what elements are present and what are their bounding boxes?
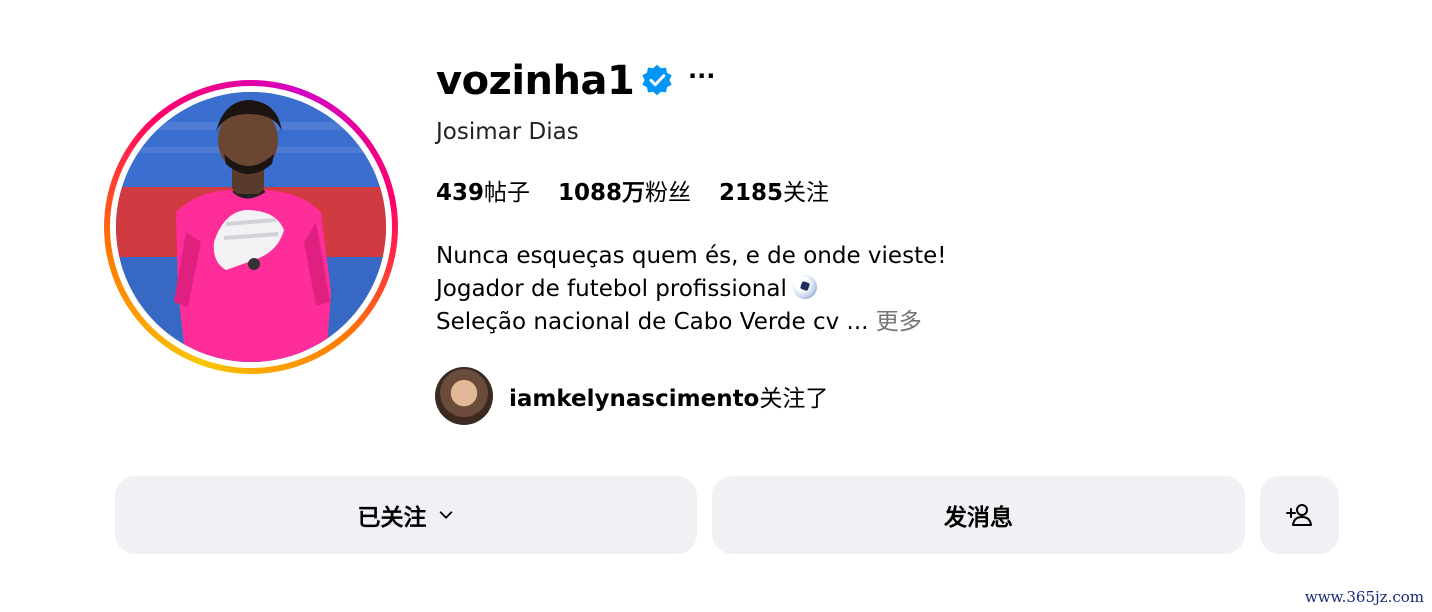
message-button[interactable]: 发消息 bbox=[712, 476, 1245, 554]
profile-username: vozinha1 bbox=[436, 58, 635, 104]
profile-bio: Nunca esqueças quem és, e de onde vieste… bbox=[436, 240, 946, 339]
chevron-down-icon bbox=[439, 511, 452, 519]
profile-full-name: Josimar Dias bbox=[436, 119, 579, 145]
following-button[interactable]: 已关注 bbox=[115, 476, 697, 554]
followed-by-suffix: 关注了 bbox=[759, 386, 829, 412]
profile-avatar-ring[interactable] bbox=[104, 80, 398, 374]
follower-avatar[interactable] bbox=[435, 367, 493, 425]
bio-line-3: Seleção nacional de Cabo Verde cv ... 更多 bbox=[436, 306, 946, 339]
posts-count: 439 bbox=[436, 180, 485, 206]
posts-label: 帖子 bbox=[484, 180, 531, 206]
followed-by-text: iamkelynascimento关注了 bbox=[509, 379, 828, 413]
following-button-label: 已关注 bbox=[357, 505, 427, 531]
bio-line-3-text: Seleção nacional de Cabo Verde cv ... bbox=[436, 309, 869, 335]
profile-stats: 439帖子 1088万粉丝 2185关注 bbox=[436, 173, 829, 207]
followers-label: 粉丝 bbox=[645, 180, 692, 206]
add-user-button[interactable] bbox=[1260, 476, 1339, 554]
avatar-gap bbox=[110, 86, 392, 368]
posts-stat[interactable]: 439帖子 bbox=[436, 173, 530, 207]
followed-by[interactable]: iamkelynascimento关注了 bbox=[435, 367, 828, 425]
soccer-ball-icon bbox=[792, 275, 817, 299]
verified-badge-icon bbox=[642, 64, 672, 96]
add-user-icon bbox=[1285, 504, 1312, 526]
bio-line-1: Nunca esqueças quem és, e de onde vieste… bbox=[436, 243, 947, 269]
more-options-icon[interactable]: ··· bbox=[688, 62, 715, 90]
bio-line-2-text: Jogador de futebol profissional bbox=[436, 276, 787, 302]
watermark: www.365jz.com bbox=[1304, 588, 1424, 606]
message-button-label: 发消息 bbox=[944, 505, 1013, 531]
following-count: 2185 bbox=[719, 180, 784, 206]
followers-count: 1088万 bbox=[558, 180, 646, 206]
followed-by-username[interactable]: iamkelynascimento bbox=[509, 386, 759, 412]
following-label: 关注 bbox=[783, 180, 830, 206]
followers-stat[interactable]: 1088万粉丝 bbox=[558, 173, 691, 207]
profile-avatar[interactable] bbox=[116, 92, 386, 362]
bio-line-2: Jogador de futebol profissional bbox=[436, 273, 946, 306]
following-stat[interactable]: 2185关注 bbox=[719, 173, 829, 207]
avatar-photo-illustration bbox=[116, 92, 386, 362]
bio-more-link[interactable]: 更多 bbox=[876, 309, 922, 335]
